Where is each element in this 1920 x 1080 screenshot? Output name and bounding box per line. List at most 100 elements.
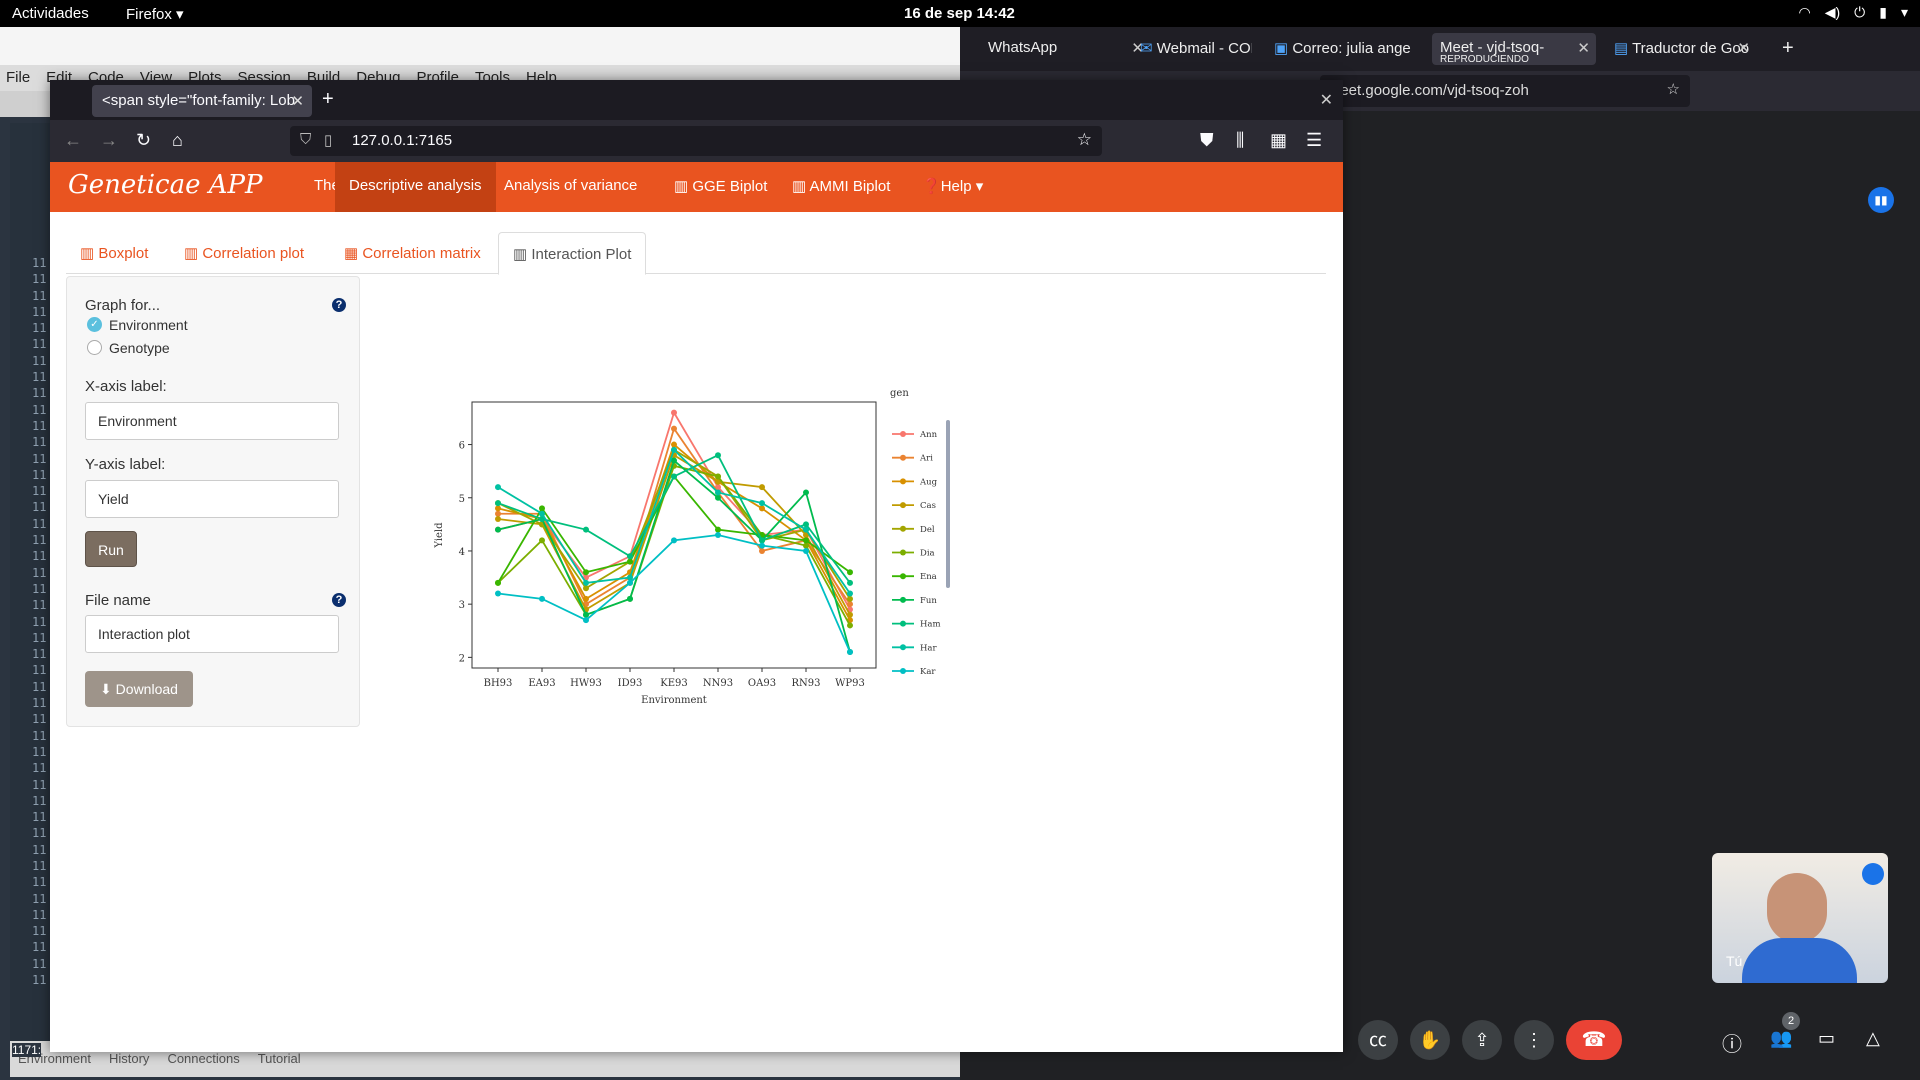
- chat-icon[interactable]: ▭: [1818, 1028, 1835, 1049]
- data-point-ham: [495, 500, 501, 507]
- data-point-cas: [847, 611, 853, 618]
- legend-label-dia: Dia: [920, 549, 935, 559]
- hamburger-menu-icon[interactable]: ☰: [1306, 130, 1322, 151]
- data-point-ena: [627, 558, 633, 565]
- star-icon[interactable]: ☆: [1667, 80, 1680, 98]
- close-icon[interactable]: ✕: [291, 92, 304, 110]
- nav-help[interactable]: ❓Help ▾: [908, 162, 997, 212]
- data-point-dia: [715, 473, 721, 480]
- data-point-cas: [495, 516, 501, 523]
- tab-webmail[interactable]: ✉ Webmail - CONI: [1132, 33, 1252, 65]
- radio-genotype-label[interactable]: Genotype: [109, 340, 170, 356]
- meet-url-bar[interactable]: neet.google.com/vjd-tsoq-zoh ☆: [1320, 75, 1690, 107]
- data-point-har: [759, 500, 765, 507]
- url-bar[interactable]: ⛉ ▯ 127.0.0.1:7165 ☆: [290, 126, 1102, 156]
- nav-gge-biplot[interactable]: ▥ GGE Biplot: [660, 162, 781, 212]
- data-point-aug: [495, 505, 501, 512]
- tab-label: Boxplot: [98, 245, 149, 262]
- url-text: neet.google.com/vjd-tsoq-zoh: [1332, 82, 1529, 99]
- data-point-aug: [583, 595, 589, 602]
- tab-boxplot[interactable]: ▥ Boxplot: [66, 232, 162, 274]
- end-call-button[interactable]: ☎: [1566, 1020, 1622, 1060]
- data-point-ham: [847, 579, 853, 586]
- extensions-icon[interactable]: ▦: [1270, 130, 1287, 151]
- clock[interactable]: 16 de sep 14:42: [904, 5, 1015, 22]
- data-point-ena: [583, 569, 589, 576]
- interaction-plot: 2 3 4 5 6 BH93 EA93 HW93 ID93 KE93 NN93 OA93 RN93 WP9…: [420, 380, 1060, 780]
- ylabel-input[interactable]: Yield: [85, 480, 339, 518]
- legend-key-point: [900, 573, 906, 580]
- filename-input[interactable]: Interaction plot: [85, 615, 339, 653]
- participants-badge: 2: [1782, 1012, 1800, 1030]
- star-icon[interactable]: ☆: [1077, 130, 1092, 150]
- tab-interaction-plot[interactable]: ▥ Interaction Plot: [498, 232, 647, 275]
- help-icon[interactable]: ?: [332, 298, 346, 312]
- tab-meet[interactable]: Meet - vjd-tsoq- REPRODUCIENDO ✕: [1432, 33, 1596, 65]
- close-icon[interactable]: ✕: [1577, 39, 1590, 57]
- self-view-tile[interactable]: Tú: [1712, 853, 1888, 983]
- tab-connections[interactable]: Connections: [167, 1051, 239, 1067]
- tab-translate[interactable]: ▤ Traductor de Goo ✕: [1606, 33, 1756, 65]
- present-button[interactable]: ⇪: [1462, 1020, 1502, 1060]
- rstudio-titlebar: [0, 27, 960, 65]
- tab-whatsapp[interactable]: WhatsApp ✕: [980, 33, 1150, 65]
- new-tab-button[interactable]: +: [322, 88, 334, 111]
- browser-tab[interactable]: <span style="font-family: Lob ✕: [92, 85, 312, 117]
- captions-button[interactable]: ㏄: [1358, 1020, 1398, 1060]
- more-options-button[interactable]: ⋮: [1514, 1020, 1554, 1060]
- shield-icon: ⛉: [300, 131, 312, 148]
- radio-environment[interactable]: ✓: [87, 317, 102, 332]
- info-icon[interactable]: ⓘ: [1722, 1028, 1742, 1057]
- tab-history[interactable]: History: [109, 1051, 149, 1067]
- radio-genotype[interactable]: [87, 340, 102, 355]
- people-icon[interactable]: 👥: [1770, 1028, 1792, 1049]
- xlabel-input[interactable]: Environment: [85, 402, 339, 440]
- nav-ammi-biplot[interactable]: ▥ AMMI Biplot: [778, 162, 904, 212]
- tab-correlation-matrix[interactable]: ▦ Correlation matrix: [330, 232, 495, 274]
- data-point-fun: [627, 595, 633, 602]
- help-icon[interactable]: ?: [332, 593, 346, 607]
- tab-correo[interactable]: ▣ Correo: julia ange: [1266, 33, 1420, 65]
- app-menu[interactable]: Firefox ▾: [126, 5, 184, 23]
- legend-label-fun: Fun: [920, 596, 937, 606]
- raise-hand-button[interactable]: ✋: [1410, 1020, 1450, 1060]
- window-close-icon[interactable]: ✕: [1320, 90, 1333, 110]
- new-tab-button[interactable]: +: [1782, 37, 1794, 60]
- forward-icon[interactable]: →: [100, 130, 118, 151]
- line-counter: 1171:: [12, 1043, 42, 1057]
- nav-analysis-of-variance[interactable]: Analysis of variance: [490, 162, 651, 212]
- tab-tutorial[interactable]: Tutorial: [258, 1051, 301, 1067]
- activities-icon[interactable]: △: [1866, 1028, 1880, 1049]
- x-tick-label: HW93: [570, 678, 602, 689]
- library-icon[interactable]: ⫼: [1236, 130, 1244, 151]
- nav-descriptive-analysis[interactable]: Descriptive analysis: [335, 162, 496, 212]
- data-point-aug: [671, 441, 677, 448]
- menu-file[interactable]: File: [6, 69, 30, 91]
- home-icon[interactable]: ⌂: [172, 130, 183, 151]
- tab-audio-status: REPRODUCIENDO: [1440, 54, 1529, 65]
- question-circle-icon: ❓: [922, 178, 941, 195]
- radio-environment-label[interactable]: Environment: [109, 317, 188, 333]
- legend-key-point: [900, 668, 906, 674]
- tab-correlation-plot[interactable]: ▥ Correlation plot: [170, 232, 318, 274]
- speaking-indicator-icon: ▮▮: [1868, 187, 1894, 213]
- close-icon[interactable]: ✕: [1737, 39, 1750, 57]
- activities-button[interactable]: Actividades: [12, 5, 89, 22]
- run-button[interactable]: Run: [85, 531, 137, 567]
- legend-key-point: [900, 549, 906, 556]
- data-point-ann: [671, 409, 677, 416]
- x-tick-label: RN93: [791, 678, 820, 689]
- download-button[interactable]: ⬇ Download: [85, 671, 193, 707]
- code-editor-gutter[interactable]: 11 11 11 11 11 11 11 11 11 11 11 11 11 1…: [10, 123, 50, 1043]
- back-icon[interactable]: ←: [64, 130, 82, 151]
- app-brand[interactable]: Geneticae APP: [68, 170, 263, 200]
- tab-label: Correo: julia ange: [1292, 40, 1411, 57]
- data-point-ari: [671, 425, 677, 432]
- x-tick-label: WP93: [835, 678, 865, 689]
- tab-label: Interaction Plot: [531, 246, 632, 263]
- pocket-icon[interactable]: ⛊: [1200, 130, 1214, 151]
- reload-icon[interactable]: ↻: [136, 130, 151, 151]
- y-tick-label: 6: [459, 441, 465, 452]
- legend-key-point: [900, 596, 906, 603]
- system-tray[interactable]: ◠ ◀) ⏻ ▮ ▾: [1799, 4, 1908, 21]
